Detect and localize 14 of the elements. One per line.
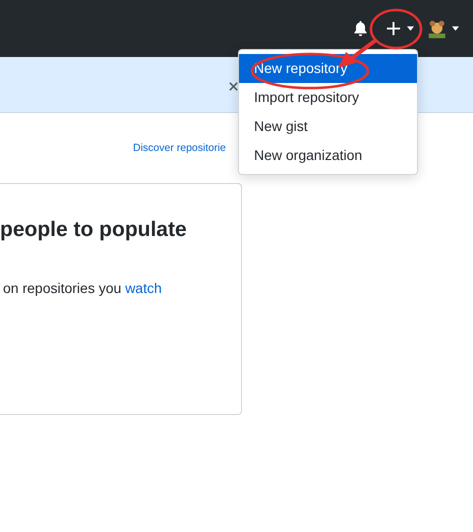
close-icon[interactable]	[228, 81, 239, 92]
caret-icon	[452, 26, 459, 31]
discover-link[interactable]: Discover repositorie	[133, 142, 226, 154]
card-heading: people to populate	[0, 218, 188, 242]
plus-icon	[386, 21, 401, 36]
menu-item[interactable]: New gist	[239, 112, 417, 141]
menu-item[interactable]: Import repository	[239, 83, 417, 112]
card-text: on repositories you watch	[2, 280, 163, 296]
menu-item[interactable]: New organization	[239, 141, 417, 170]
annotation-ellipse	[370, 8, 422, 50]
caret-icon	[407, 26, 414, 31]
watch-link[interactable]: watch	[125, 280, 162, 296]
new-dropdown-button[interactable]	[386, 21, 414, 36]
bell-icon[interactable]	[353, 20, 368, 37]
